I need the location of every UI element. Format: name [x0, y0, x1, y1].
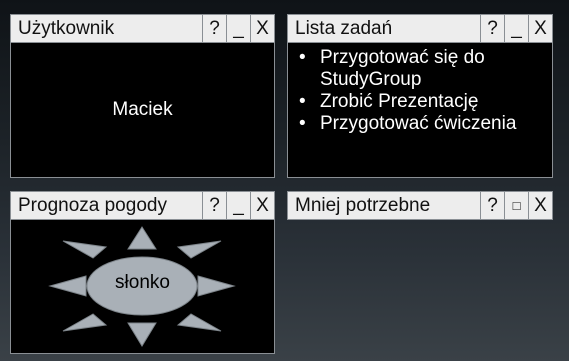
close-button[interactable]: X [528, 15, 552, 42]
user-widget-body: Maciek [11, 43, 274, 177]
close-button[interactable]: X [250, 15, 274, 42]
help-button[interactable]: ? [202, 15, 226, 42]
task-list-titlebar[interactable]: Lista zadań ? _ X [288, 15, 552, 43]
task-list-widget: Lista zadań ? _ X • Przygotować się do S… [287, 14, 553, 178]
task-item[interactable]: • Przygotować ćwiczenia [288, 113, 552, 135]
task-item-label: Zrobić Prezentację [320, 91, 479, 112]
minimize-button[interactable]: _ [504, 15, 528, 42]
task-item[interactable]: • Zrobić Prezentację [288, 91, 552, 113]
maximize-button[interactable]: □ [504, 192, 528, 219]
task-item-label: Przygotować ćwiczenia [320, 113, 517, 134]
help-button[interactable]: ? [480, 192, 504, 219]
task-list-title: Lista zadań [295, 18, 393, 39]
user-widget-titlebar[interactable]: Użytkownik ? _ X [11, 15, 274, 43]
bullet-icon: • [299, 47, 306, 68]
task-item[interactable]: • Przygotować się do StudyGroup [288, 47, 552, 91]
task-list: • Przygotować się do StudyGroup • Zrobić… [288, 43, 552, 135]
less-needed-widget: Mniej potrzebne ? □ X [287, 191, 553, 220]
help-button[interactable]: ? [480, 15, 504, 42]
task-item-label: Przygotować się do StudyGroup [320, 47, 485, 90]
user-widget-title: Użytkownik [18, 18, 115, 39]
weather-widget: Prognoza pogody ? _ X słonko [10, 191, 275, 354]
less-needed-title: Mniej potrzebne [295, 195, 431, 216]
bullet-icon: • [299, 91, 306, 112]
weather-widget-title: Prognoza pogody [18, 195, 167, 216]
help-button[interactable]: ? [202, 192, 226, 219]
user-name: Maciek [112, 99, 173, 120]
weather-condition: słonko [115, 272, 170, 293]
minimize-button[interactable]: _ [226, 192, 250, 219]
user-widget: Użytkownik ? _ X Maciek [10, 14, 275, 178]
less-needed-titlebar[interactable]: Mniej potrzebne ? □ X [288, 192, 552, 219]
weather-widget-body: słonko [11, 220, 274, 353]
bullet-icon: • [299, 113, 306, 134]
minimize-button[interactable]: _ [226, 15, 250, 42]
close-button[interactable]: X [528, 192, 552, 219]
weather-widget-titlebar[interactable]: Prognoza pogody ? _ X [11, 192, 274, 220]
close-button[interactable]: X [250, 192, 274, 219]
task-list-body: • Przygotować się do StudyGroup • Zrobić… [288, 43, 552, 177]
